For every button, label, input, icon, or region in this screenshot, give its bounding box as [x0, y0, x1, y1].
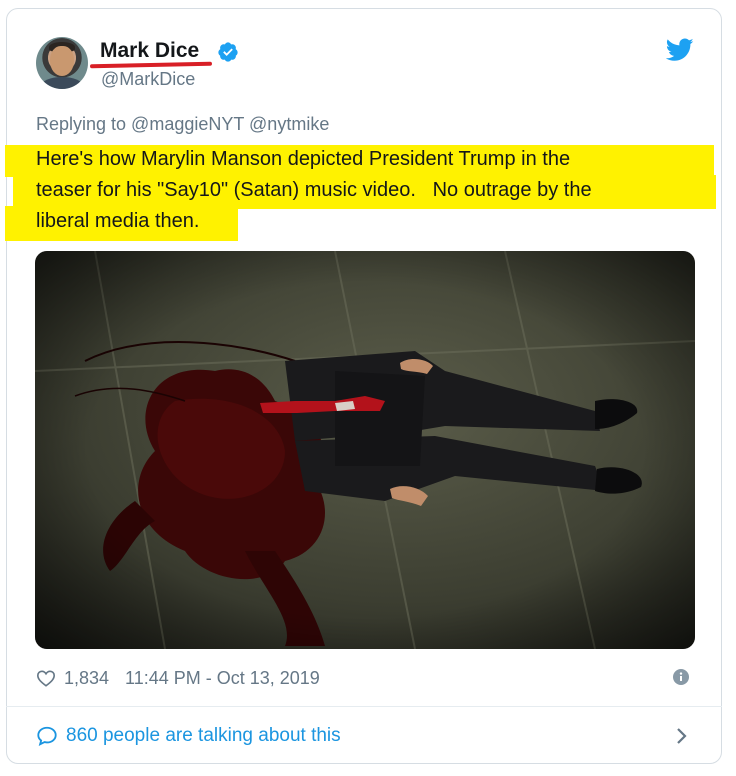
tweet-media-image[interactable] [35, 251, 695, 649]
speech-bubble-icon [37, 726, 57, 746]
author-handle[interactable]: @MarkDice [101, 68, 195, 90]
divider [6, 706, 722, 707]
like-count[interactable]: 1,834 [64, 668, 109, 689]
tweet-text-line: liberal media then. [36, 210, 200, 232]
conversation-link[interactable]: 860 people are talking about this [36, 722, 341, 750]
info-icon[interactable] [673, 669, 689, 685]
tweet-text-line: teaser for his "Say10" (Satan) music vid… [36, 179, 592, 201]
verified-badge-icon [218, 42, 238, 62]
avatar[interactable] [36, 37, 88, 89]
replying-to: Replying to @maggieNYT @nytmike [36, 114, 330, 134]
chevron-right-icon[interactable] [676, 727, 688, 745]
tweet-timestamp[interactable]: 11:44 PM - Oct 13, 2019 [125, 668, 320, 689]
twitter-bird-icon[interactable] [666, 38, 694, 62]
talking-count-label: 860 people are talking about this [66, 725, 341, 746]
tweet-text-line: Here's how Marylin Manson depicted Presi… [36, 148, 571, 170]
tweet-meta-row: 1,834 11:44 PM - Oct 13, 2019 [36, 664, 320, 692]
heart-icon[interactable] [36, 669, 56, 687]
author-display-name[interactable]: Mark Dice [100, 39, 199, 63]
